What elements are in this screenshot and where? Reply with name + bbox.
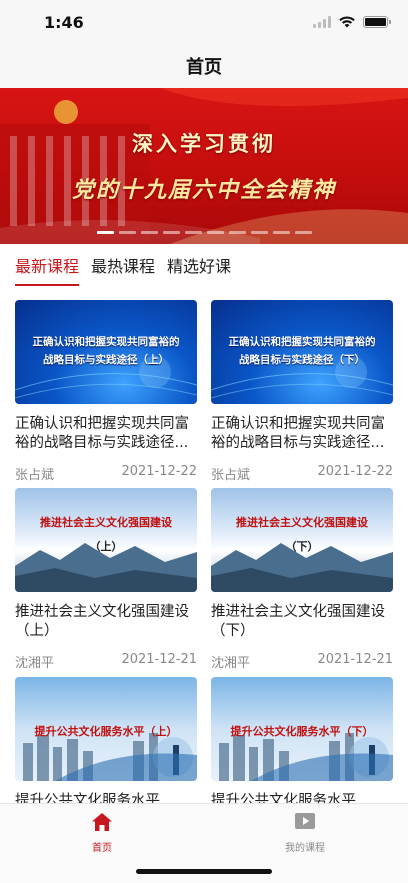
status-bar: 1:46 xyxy=(0,0,408,44)
carousel-dot[interactable] xyxy=(184,231,202,234)
course-date: 2021-12-21 xyxy=(317,652,393,667)
tab-latest[interactable]: 最新课程 xyxy=(15,252,80,286)
thumbnail-title-line2: 战略目标与实践途径（上） xyxy=(43,354,169,366)
course-thumbnail: 正确认识和把握实现共同富裕的 战略目标与实践途径（下） xyxy=(211,300,393,404)
carousel-dot[interactable] xyxy=(294,231,312,234)
banner-headline: 深入学习贯彻 xyxy=(132,132,276,156)
tab-featured[interactable]: 精选好课 xyxy=(167,252,231,286)
course-meta: 沈湘平 2021-12-21 xyxy=(15,652,197,671)
tab-my-courses-label: 我的课程 xyxy=(285,843,325,854)
carousel-dot[interactable] xyxy=(96,231,114,234)
carousel-dot[interactable] xyxy=(118,231,136,234)
tab-home-label: 首页 xyxy=(92,843,112,854)
battery-icon xyxy=(363,15,391,28)
course-thumbnail: 提升公共文化服务水平（上） xyxy=(15,677,197,781)
carousel-dot[interactable] xyxy=(206,231,224,234)
banner-carousel[interactable]: 深入学习贯彻 党的十九届六中全会精神 xyxy=(0,88,408,244)
status-icons xyxy=(313,15,391,28)
tab-hottest[interactable]: 最热课程 xyxy=(91,252,155,286)
course-thumbnail: 提升公共文化服务水平（下） xyxy=(211,677,393,781)
course-date: 2021-12-22 xyxy=(317,464,393,479)
navigation-bar: 首页 xyxy=(0,44,408,88)
course-date: 2021-12-21 xyxy=(121,652,197,667)
video-play-icon xyxy=(295,813,315,829)
wifi-icon xyxy=(339,16,355,28)
thumbnail-title-line1: 正确认识和把握实现共同富裕的 xyxy=(228,336,376,348)
home-icon xyxy=(92,813,112,831)
thumbnail-title-line2: （上） xyxy=(89,540,123,553)
course-author: 张占斌 xyxy=(15,468,55,483)
course-meta: 张占斌 2021-12-22 xyxy=(15,464,197,483)
carousel-dot[interactable] xyxy=(162,231,180,234)
carousel-dot[interactable] xyxy=(272,231,290,234)
course-date: 2021-12-22 xyxy=(121,464,197,479)
thumbnail-title: 提升公共文化服务水平（下） xyxy=(230,725,374,738)
course-thumbnail: 推进社会主义文化强国建设 （下） xyxy=(211,488,393,592)
course-author: 沈湘平 xyxy=(211,656,251,671)
course-card[interactable]: 推进社会主义文化强国建设 （上） 推进社会主义文化强国建设（上） 沈湘平 202… xyxy=(15,488,197,671)
course-thumbnail: 推进社会主义文化强国建设 （上） xyxy=(15,488,197,592)
thumbnail-title: 提升公共文化服务水平（上） xyxy=(34,725,178,738)
carousel-dot[interactable] xyxy=(250,231,268,234)
thumbnail-title-line1: 推进社会主义文化强国建设 xyxy=(40,516,172,529)
course-thumbnail: 正确认识和把握实现共同富裕的 战略目标与实践途径（上） xyxy=(15,300,197,404)
course-card[interactable]: 正确认识和把握实现共同富裕的 战略目标与实践途径（上） 正确认识和把握实现共同富… xyxy=(15,300,197,483)
course-card[interactable]: 推进社会主义文化强国建设 （下） 推进社会主义文化强国建设（下） 沈湘平 202… xyxy=(211,488,393,671)
cellular-signal-icon xyxy=(313,15,331,28)
course-title: 推进社会主义文化强国建设（下） xyxy=(211,604,385,639)
great-hall-illustration xyxy=(0,88,408,244)
carousel-dot[interactable] xyxy=(228,231,246,234)
banner-subheadline: 党的十九届六中全会精神 xyxy=(71,177,336,203)
status-time: 1:46 xyxy=(44,13,84,32)
course-meta: 沈湘平 2021-12-21 xyxy=(211,652,393,671)
thumbnail-title-line2: 战略目标与实践途径（下） xyxy=(239,354,365,366)
tab-home[interactable]: 首页 xyxy=(42,812,162,854)
course-author: 张占斌 xyxy=(211,468,251,483)
course-title: 正确认识和把握实现共同富裕的战略目标与实践途径... xyxy=(15,416,189,451)
bottom-tab-bar: 首页 我的课程 xyxy=(0,803,408,883)
course-title: 推进社会主义文化强国建设（上） xyxy=(15,604,189,639)
course-category-tabs: 最新课程 最热课程 精选好课 xyxy=(0,252,408,290)
carousel-dot[interactable] xyxy=(140,231,158,234)
course-meta: 张占斌 2021-12-22 xyxy=(211,464,393,483)
course-author: 沈湘平 xyxy=(15,656,55,671)
thumbnail-title-line1: 推进社会主义文化强国建设 xyxy=(236,516,368,529)
thumbnail-title-line1: 正确认识和把握实现共同富裕的 xyxy=(32,336,180,348)
carousel-page-indicator xyxy=(0,231,408,234)
home-indicator xyxy=(136,869,272,874)
tab-my-courses[interactable]: 我的课程 xyxy=(245,812,365,854)
course-title: 正确认识和把握实现共同富裕的战略目标与实践途径... xyxy=(211,416,385,451)
thumbnail-title-line2: （下） xyxy=(285,540,319,553)
page-title: 首页 xyxy=(186,57,222,78)
course-card[interactable]: 正确认识和把握实现共同富裕的 战略目标与实践途径（下） 正确认识和把握实现共同富… xyxy=(211,300,393,483)
